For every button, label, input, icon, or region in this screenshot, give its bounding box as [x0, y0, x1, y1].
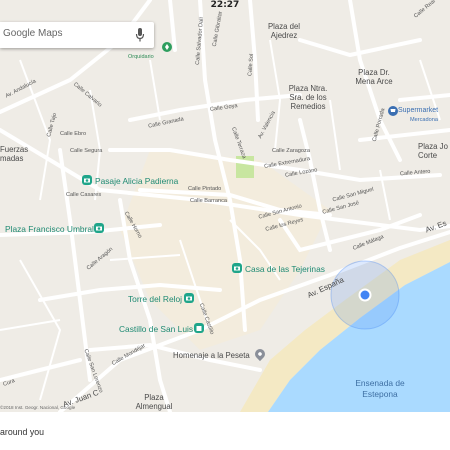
place-label-umbral[interactable]: Plaza Francisco Umbral	[5, 224, 94, 234]
camera-pin-icon[interactable]	[94, 223, 104, 233]
current-location-dot	[358, 288, 372, 302]
status-time: 22:27	[210, 0, 240, 10]
street-label: Calle Zaragoza	[272, 148, 310, 154]
place-label-castillo[interactable]: Castillo de San Luis	[119, 324, 193, 334]
place-label-plaza-jose: Plaza Jo Corte	[418, 142, 448, 160]
place-label-ajedrez: Plaza del Ajedrez	[267, 22, 301, 40]
footer-text: around you	[0, 427, 45, 437]
street-label: Calle Casares	[66, 192, 102, 198]
place-label-almengual: Plaza Almengual	[135, 393, 173, 411]
place-label-orquidario[interactable]: Orquidario	[128, 54, 154, 60]
search-input[interactable]: Google Maps	[3, 28, 62, 39]
microphone-icon[interactable]	[135, 27, 145, 43]
street-label: Calle Barranca	[190, 198, 227, 204]
landmark-pin-icon[interactable]	[194, 323, 204, 333]
camera-pin-icon[interactable]	[82, 175, 92, 185]
status-bar: 22:27	[0, 0, 450, 12]
place-label-remedios: Plaza Ntra. Sra. de los Remedios	[288, 84, 328, 111]
place-label-mena-arce: Plaza Dr. Mena Arce	[355, 68, 393, 86]
shopping-cart-icon[interactable]	[388, 106, 398, 116]
camera-pin-icon[interactable]	[232, 263, 242, 273]
place-label-tejerinas[interactable]: Casa de las Tejerinas	[245, 264, 325, 274]
place-label-reloj[interactable]: Torre del Reloj	[128, 294, 182, 304]
place-label-fuerzas: Fuerzas madas	[0, 145, 29, 163]
place-label-supermarket-sub: Mercadona	[410, 117, 438, 123]
street-label: Calle Ebro	[60, 131, 87, 137]
place-label-supermarket[interactable]: Supermarket	[398, 107, 438, 114]
bottom-sheet[interactable]: around you	[0, 412, 450, 450]
camera-pin-icon[interactable]	[184, 293, 194, 303]
street-label: Calle Segura	[70, 148, 103, 154]
garden-pin-icon[interactable]	[162, 42, 172, 52]
map-canvas[interactable]: Av. Andalucía Calle Calvario Calle Tajo …	[0, 0, 450, 412]
map-attribution: ©2018 Inst. Geogr. Nacional, Google	[0, 405, 76, 410]
place-label-peseta[interactable]: Homenaje a la Peseta	[173, 351, 250, 360]
place-label-alicia[interactable]: Pasaje Alicia Padierna	[95, 176, 178, 186]
street-label: Calle Pintado	[188, 186, 222, 192]
search-bar[interactable]: Google Maps	[0, 22, 154, 48]
sea-label-ensenada: Ensenada de Estepona	[355, 378, 405, 399]
